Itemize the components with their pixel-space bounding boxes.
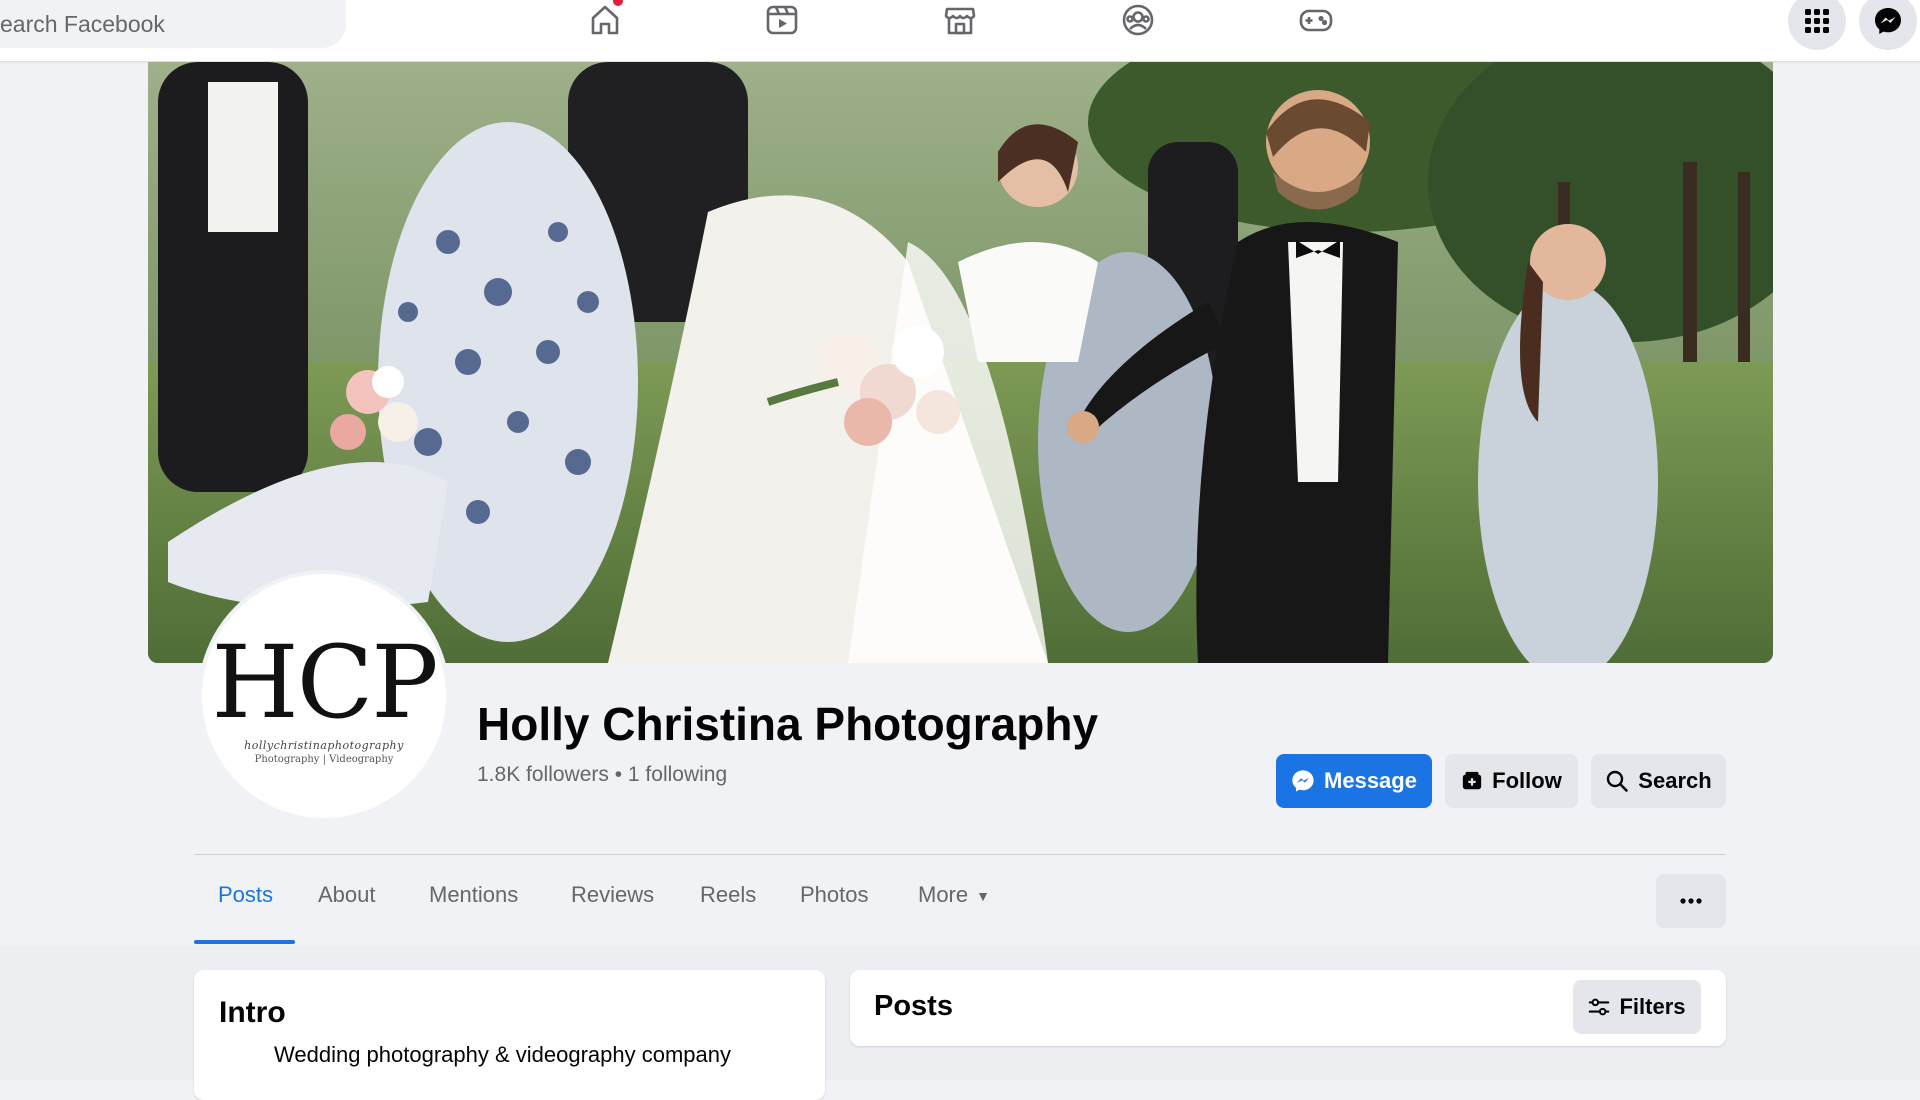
marketplace-icon[interactable] — [938, 0, 982, 40]
message-button[interactable]: Message — [1276, 754, 1432, 808]
follow-button[interactable]: Follow — [1445, 754, 1578, 808]
follower-stats[interactable]: 1.8K followers • 1 following — [477, 763, 727, 787]
ellipsis-icon — [1680, 898, 1702, 904]
video-icon[interactable] — [760, 0, 804, 40]
more-options-button[interactable] — [1656, 874, 1726, 928]
profile-picture[interactable]: HCP hollychristinaphotography Photograph… — [198, 570, 450, 822]
filters-button-label: Filters — [1619, 994, 1686, 1019]
follow-button-label: Follow — [1492, 768, 1562, 793]
filters-icon — [1589, 998, 1610, 1016]
tab-posts[interactable]: Posts — [218, 882, 273, 908]
gaming-icon[interactable] — [1294, 0, 1338, 40]
page-title: Holly Christina Photography — [477, 698, 1099, 750]
intro-description: Wedding photography & videography compan… — [274, 1042, 732, 1067]
cover-photo-illustration — [148, 62, 1773, 663]
caret-down-icon: ▼ — [976, 888, 990, 905]
messenger-icon[interactable] — [1859, 0, 1917, 50]
search-button-label: Search — [1638, 768, 1712, 793]
tab-more-label: More — [918, 882, 969, 907]
cover-photo[interactable] — [148, 62, 1773, 663]
messenger-icon — [1292, 770, 1314, 792]
search-facebook-input[interactable]: earch Facebook — [0, 0, 346, 48]
intro-title: Intro — [219, 996, 286, 1029]
logo-subtitle: Photography | Videography — [254, 754, 394, 765]
tab-more[interactable]: More ▼ — [918, 882, 990, 908]
follow-icon — [1463, 771, 1482, 790]
tab-reviews[interactable]: Reviews — [571, 882, 654, 908]
posts-title: Posts — [874, 990, 953, 1022]
search-button[interactable]: Search — [1591, 754, 1726, 808]
tab-mentions[interactable]: Mentions — [429, 882, 518, 908]
logo-script: hollychristinaphotography — [244, 739, 404, 752]
logo-letters: HCP — [211, 624, 438, 741]
tab-reels[interactable]: Reels — [700, 882, 756, 908]
menu-grid-icon[interactable] — [1788, 0, 1846, 50]
top-navigation-bar: earch Facebook — [0, 0, 1920, 62]
active-tab-indicator — [194, 940, 295, 944]
search-placeholder: earch Facebook — [0, 10, 165, 37]
posts-card: Posts Filters — [850, 970, 1726, 1046]
message-button-label: Message — [1324, 768, 1417, 793]
intro-card: Intro Wedding photography & videography … — [194, 970, 825, 1100]
filters-button[interactable]: Filters — [1573, 980, 1701, 1034]
header-divider — [194, 854, 1726, 855]
search-icon — [1607, 770, 1629, 792]
tab-photos[interactable]: Photos — [800, 882, 869, 908]
tab-about[interactable]: About — [318, 882, 376, 908]
profile-body: Intro Wedding photography & videography … — [0, 946, 1920, 1100]
home-icon[interactable] — [583, 0, 627, 40]
groups-icon[interactable] — [1116, 0, 1160, 40]
